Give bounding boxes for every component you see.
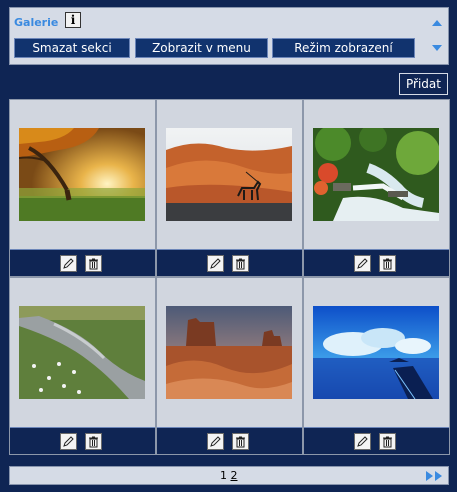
delete-icon[interactable] xyxy=(232,433,249,450)
info-icon[interactable]: i xyxy=(65,12,81,28)
next-page-icon[interactable] xyxy=(424,471,444,481)
edit-icon[interactable] xyxy=(60,433,77,450)
section-title: Galerie xyxy=(14,16,59,29)
gallery-photo[interactable] xyxy=(166,306,292,399)
gallery-item xyxy=(303,277,450,455)
edit-icon[interactable] xyxy=(207,255,224,272)
pagination: 1 2 xyxy=(9,466,449,485)
gallery-item xyxy=(9,99,156,277)
delete-section-button[interactable]: Smazat sekci xyxy=(14,38,130,58)
display-mode-button[interactable]: Režim zobrazení xyxy=(272,38,415,58)
add-button[interactable]: Přidat xyxy=(399,73,448,95)
item-toolbar xyxy=(10,249,155,276)
edit-icon[interactable] xyxy=(207,433,224,450)
item-toolbar xyxy=(304,427,449,454)
edit-icon[interactable] xyxy=(60,255,77,272)
delete-icon[interactable] xyxy=(85,255,102,272)
gallery-grid xyxy=(9,99,450,455)
delete-icon[interactable] xyxy=(379,255,396,272)
item-toolbar xyxy=(157,249,302,276)
delete-icon[interactable] xyxy=(85,433,102,450)
current-page: 1 xyxy=(220,469,227,482)
gallery-item xyxy=(9,277,156,455)
item-toolbar xyxy=(10,427,155,454)
show-in-menu-button[interactable]: Zobrazit v menu xyxy=(135,38,268,58)
page-numbers: 1 2 xyxy=(220,469,238,482)
gallery-photo[interactable] xyxy=(19,128,145,221)
gallery-item xyxy=(156,99,303,277)
gallery-item xyxy=(156,277,303,455)
edit-icon[interactable] xyxy=(354,255,371,272)
gallery-photo[interactable] xyxy=(313,306,439,399)
delete-icon[interactable] xyxy=(379,433,396,450)
item-toolbar xyxy=(304,249,449,276)
gallery-photo[interactable] xyxy=(19,306,145,399)
move-up-icon[interactable] xyxy=(432,20,442,26)
item-toolbar xyxy=(157,427,302,454)
move-down-icon[interactable] xyxy=(432,45,442,51)
edit-icon[interactable] xyxy=(354,433,371,450)
gallery-photo[interactable] xyxy=(166,128,292,221)
delete-icon[interactable] xyxy=(232,255,249,272)
gallery-item xyxy=(303,99,450,277)
gallery-photo[interactable] xyxy=(313,128,439,221)
section-panel: Galerie i Smazat sekci Zobrazit v menu R… xyxy=(9,7,449,65)
page-link[interactable]: 2 xyxy=(231,469,238,482)
